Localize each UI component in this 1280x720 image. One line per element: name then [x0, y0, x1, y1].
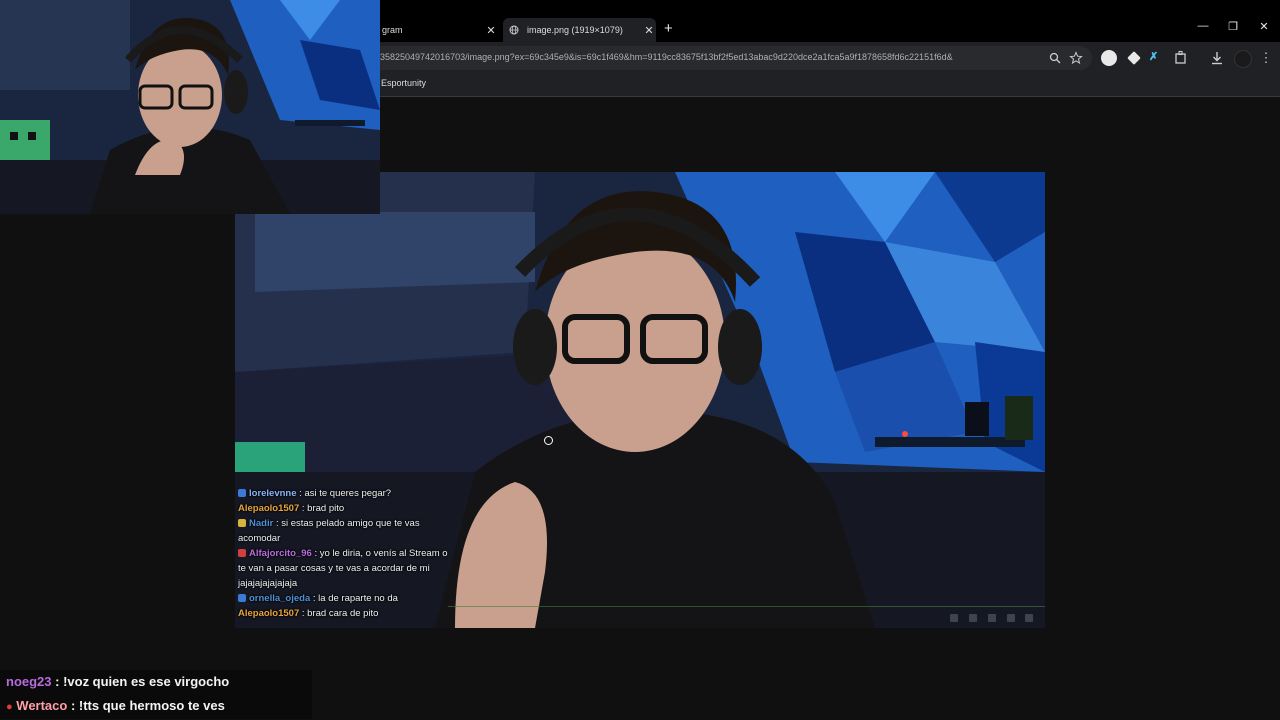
chat-text: : !voz quien es ese virgocho — [51, 674, 230, 689]
chat-message: Alfajorcito_96 : yo le diria, o venís al… — [235, 546, 448, 591]
badge-icon — [238, 489, 246, 497]
tab-title: image.png (1919×1079) — [527, 25, 623, 35]
chat-text: : !tts que hermoso te ves — [67, 698, 225, 713]
stream-chat: lorelevnne : asi te queres pegar? Alepao… — [235, 486, 448, 621]
badge-icon — [238, 549, 246, 557]
tab-image[interactable]: image.png (1919×1079) ✕ — [503, 18, 656, 42]
chat-username[interactable]: Nadir — [249, 518, 273, 529]
chat-username[interactable]: noeg23 — [6, 674, 52, 689]
badge-icon — [238, 519, 246, 527]
chat-message: Nadir : si estas pelado amigo que te vas… — [235, 516, 448, 546]
chat-text: : la de raparte no da — [312, 593, 398, 604]
overlay-chat-message: ● Wertaco : !tts que hermoso te ves — [0, 694, 312, 719]
player-progress-bar[interactable] — [448, 606, 1045, 607]
chat-username[interactable]: Alepaolo1507 — [238, 608, 299, 619]
player-control-icon[interactable] — [969, 614, 977, 622]
globe-icon — [509, 25, 519, 35]
address-url: 35825049742016703/image.png?ex=69c345e9&… — [380, 52, 953, 62]
extension-icon[interactable] — [1101, 50, 1117, 66]
chat-message: Alepaolo1507 : brad cara de pito — [235, 606, 448, 621]
chat-username[interactable]: lorelevnne — [249, 488, 297, 499]
tab-close-icon[interactable]: ✕ — [484, 24, 498, 37]
chat-message: Alepaolo1507 : brad pito — [235, 501, 448, 516]
tab-title: gram — [382, 25, 403, 35]
chat-message: ornella_ojeda : la de raparte no da — [235, 591, 448, 606]
badge-icon — [238, 594, 246, 602]
puzzle-icon[interactable] — [1173, 50, 1189, 66]
player-control-icon[interactable] — [988, 614, 996, 622]
close-window-icon[interactable]: ✕ — [1254, 20, 1274, 33]
small-webcam-image — [0, 0, 380, 214]
overlay-chat-message: noeg23 : !voz quien es ese virgocho — [0, 670, 312, 694]
tab-close-icon[interactable]: ✕ — [642, 24, 656, 37]
chat-text: : asi te queres pegar? — [299, 488, 392, 499]
chat-username[interactable]: Wertaco — [16, 698, 67, 713]
mouse-cursor-icon — [544, 436, 553, 445]
star-icon[interactable] — [1069, 51, 1083, 65]
chat-text: : brad cara de pito — [301, 608, 379, 619]
cherry-badge-icon: ● — [6, 701, 13, 713]
extension-icon[interactable] — [1127, 51, 1141, 65]
chat-text: : brad pito — [301, 503, 345, 514]
download-icon[interactable] — [1209, 50, 1225, 66]
chat-username[interactable]: Alfajorcito_96 — [249, 548, 312, 559]
minimize-icon[interactable]: — — [1193, 20, 1213, 32]
extension-icon[interactable]: ✗ — [1149, 50, 1165, 66]
profile-icon[interactable] — [1234, 50, 1252, 68]
new-tab-plus-icon[interactable]: + — [664, 20, 673, 37]
tab-instagram[interactable]: gram ✕ — [380, 18, 498, 42]
zoom-icon[interactable] — [1048, 51, 1062, 65]
settings-icon[interactable] — [1025, 614, 1033, 622]
address-bar[interactable]: 35825049742016703/image.png?ex=69c345e9&… — [380, 46, 1092, 70]
menu-icon[interactable]: ⋮ — [1258, 50, 1274, 66]
chat-username[interactable]: ornella_ojeda — [249, 593, 310, 604]
room-scene — [0, 0, 380, 214]
player-control-icon[interactable] — [950, 614, 958, 622]
restore-icon[interactable]: ❐ — [1223, 20, 1243, 33]
overlay-chat: noeg23 : !voz quien es ese virgocho ● We… — [0, 670, 312, 719]
player-control-icon[interactable] — [1007, 614, 1015, 622]
chat-username[interactable]: Alepaolo1507 — [238, 503, 299, 514]
bookmark-esportunity[interactable]: Esportunity — [381, 78, 426, 88]
chat-message: lorelevnne : asi te queres pegar? — [235, 486, 448, 501]
